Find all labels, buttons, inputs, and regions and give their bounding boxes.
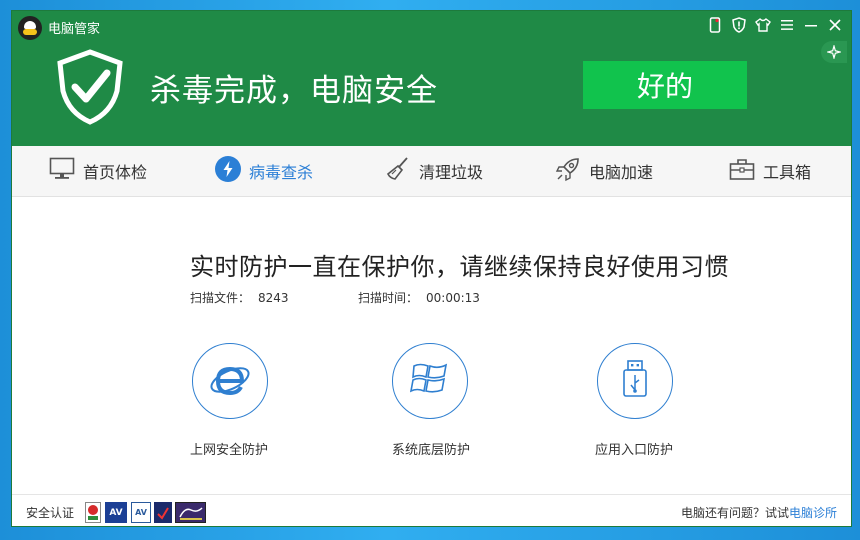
app-entry-protection-label: 应用入口防护 xyxy=(595,443,674,458)
phone-icon[interactable] xyxy=(705,16,725,34)
footer-divider xyxy=(12,494,851,495)
title-bar-buttons xyxy=(705,16,845,34)
pc-clinic-link[interactable]: 电脑诊所 xyxy=(789,506,837,520)
tab-pc-speedup[interactable]: 电脑加速 xyxy=(555,146,653,196)
tab-toolbox-label: 工具箱 xyxy=(763,163,812,182)
web-protection-label: 上网安全防护 xyxy=(190,443,269,458)
scan-time-value: 00:00:13 xyxy=(426,291,480,305)
tab-pc-speedup-label: 电脑加速 xyxy=(589,163,654,182)
tab-toolbox[interactable]: 工具箱 xyxy=(729,146,811,196)
ie-browser-icon xyxy=(208,357,252,405)
cert-badge-av2-text: AV xyxy=(135,508,147,517)
nav-bar: 首页体检 病毒查杀 清理垃圾 电脑加速 工具箱 xyxy=(12,146,851,197)
minimize-icon[interactable] xyxy=(801,16,821,34)
menu-icon[interactable] xyxy=(777,16,797,34)
certification-label: 安全认证 xyxy=(26,506,75,520)
tab-clean-junk-label: 清理垃圾 xyxy=(419,163,484,182)
cert-badge-av-text: AV xyxy=(109,507,123,518)
diagnosis-prompt: 电脑还有问题？试试电脑诊所 xyxy=(681,504,837,521)
lightning-icon xyxy=(215,156,241,186)
scan-files-stat: 扫描文件： 8243 xyxy=(190,289,289,306)
scan-time-stat: 扫描时间： 00:00:13 xyxy=(358,289,480,306)
rocket-icon xyxy=(555,156,581,186)
app-title: 电脑管家 xyxy=(48,22,101,37)
app-logo-icon xyxy=(18,16,42,40)
scan-files-value: 8243 xyxy=(258,291,289,305)
protection-heading: 实时防护一直在保护你，请继续保持良好使用习惯 xyxy=(190,253,729,281)
cert-badge-av-icon[interactable]: AV xyxy=(105,502,127,523)
diagnosis-question: 电脑还有问题？试试 xyxy=(680,506,789,520)
main-window: 电脑管家 杀毒完成，电脑安全 好的 首页体检 病毒查杀 清理垃圾 电脑加速 工具… xyxy=(11,10,852,527)
scan-status-title: 杀毒完成，电脑安全 xyxy=(150,73,438,109)
cert-badge-check-icon[interactable] xyxy=(154,502,172,523)
cert-badge-1-icon[interactable] xyxy=(85,502,101,523)
tab-clean-junk[interactable]: 清理垃圾 xyxy=(385,146,483,196)
status-header: 电脑管家 杀毒完成，电脑安全 好的 xyxy=(12,11,851,146)
tab-virus-scan[interactable]: 病毒查杀 xyxy=(215,146,313,196)
tab-virus-scan-label: 病毒查杀 xyxy=(249,163,314,182)
shield-check-icon xyxy=(55,49,125,129)
scan-files-label: 扫描文件： xyxy=(190,291,251,305)
sparkle-icon[interactable] xyxy=(821,41,847,63)
tab-home-checkup-label: 首页体检 xyxy=(83,163,148,182)
windows-logo-icon xyxy=(409,360,450,402)
ok-button[interactable]: 好的 xyxy=(583,61,747,109)
usb-drive-icon xyxy=(620,359,650,403)
cert-badge-av2-icon[interactable]: AV xyxy=(131,502,151,523)
web-protection-circle[interactable] xyxy=(192,343,268,419)
close-icon[interactable] xyxy=(825,16,845,34)
tab-home-checkup[interactable]: 首页体检 xyxy=(49,146,147,196)
tshirt-skin-icon[interactable] xyxy=(753,16,773,34)
system-protection-label: 系统底层防护 xyxy=(392,443,471,458)
monitor-icon xyxy=(49,157,75,185)
scan-time-label: 扫描时间： xyxy=(358,291,419,305)
toolbox-icon xyxy=(729,157,755,185)
broom-icon xyxy=(385,156,411,186)
cert-badge-lab-icon[interactable] xyxy=(175,502,206,523)
app-entry-protection-circle[interactable] xyxy=(597,343,673,419)
shield-badge-icon[interactable] xyxy=(729,16,749,34)
system-protection-circle[interactable] xyxy=(392,343,468,419)
